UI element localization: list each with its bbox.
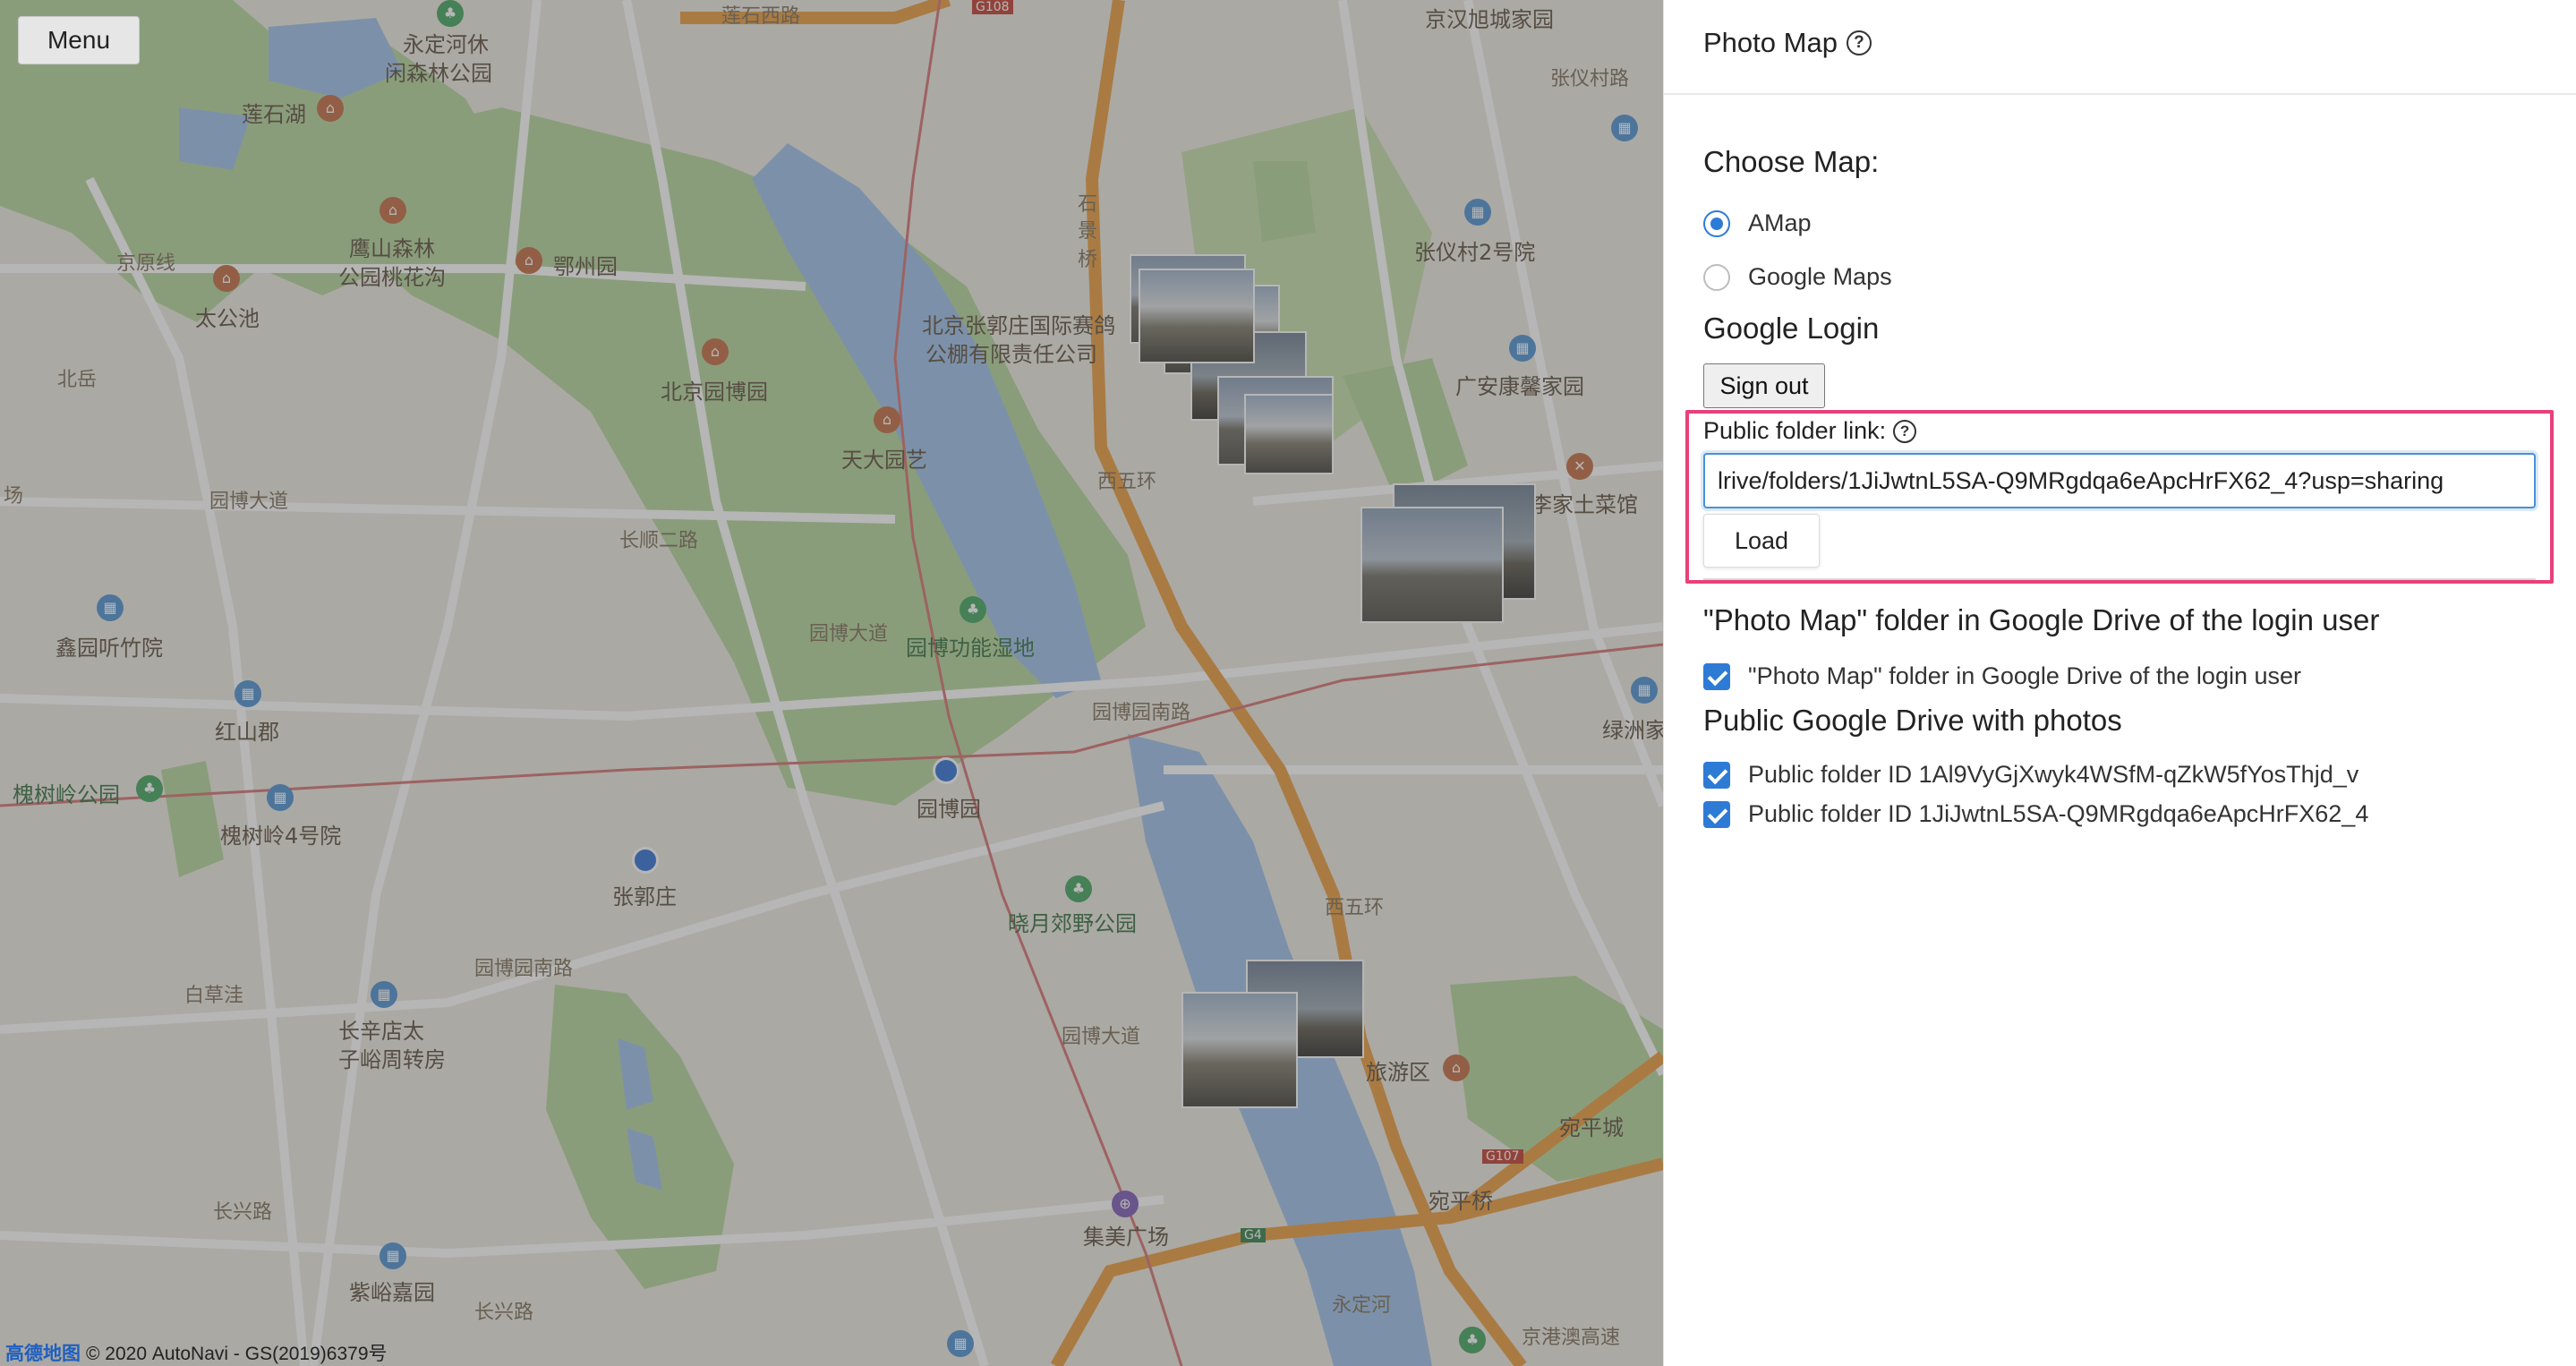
public-folder-checkbox-row[interactable]: Public folder ID 1Al9VyGjXwyk4WSfM-qZkW5… [1703, 761, 2358, 789]
google-login-heading: Google Login [1703, 312, 1880, 345]
login-folder-checkbox-row[interactable]: "Photo Map" folder in Google Drive of th… [1703, 662, 2301, 690]
checkbox-label: "Photo Map" folder in Google Drive of th… [1748, 662, 2302, 689]
input-divider [1703, 578, 2536, 580]
map-copyright: 高德地图 © 2020 AutoNavi - GS(2019)6379号 [5, 1339, 388, 1366]
login-folder-heading: "Photo Map" folder in Google Drive of th… [1703, 603, 2380, 636]
radio-label: AMap [1748, 209, 1812, 236]
side-panel: Photo Map ? Choose Map: AMap Google Maps… [1663, 0, 2576, 1366]
public-folder-link-input[interactable] [1703, 453, 2536, 508]
panel-title-text: Photo Map [1703, 27, 1838, 58]
radio-amap[interactable]: AMap [1703, 209, 1812, 237]
panel-title: Photo Map ? [1703, 27, 1872, 59]
load-button[interactable]: Load [1703, 514, 1820, 568]
public-folder-label: Public folder link: ? [1703, 417, 1917, 445]
panel-divider [1664, 93, 2576, 95]
map-view[interactable]: 莲石西路 永定河休 闲森林公园 京汉旭城家园 莲石湖 石 景 桥 张仪村2号院 … [0, 0, 1663, 1366]
public-folder-checkbox-row[interactable]: Public folder ID 1JiJwtnL5SA-Q9MRgdqa6eA… [1703, 800, 2368, 828]
map-overlay [0, 0, 1663, 1366]
amap-logo: 高德地图 [5, 1344, 81, 1364]
radio-button[interactable] [1703, 263, 1730, 291]
sign-out-button[interactable]: Sign out [1703, 363, 1825, 408]
checkbox-checked[interactable] [1703, 800, 1730, 828]
menu-button[interactable]: Menu [18, 16, 140, 64]
help-icon[interactable]: ? [1846, 30, 1872, 55]
public-folder-label-text: Public folder link: [1703, 417, 1887, 444]
radio-google-maps[interactable]: Google Maps [1703, 263, 1892, 291]
checkbox-checked[interactable] [1703, 761, 1730, 789]
radio-label: Google Maps [1748, 263, 1892, 290]
help-icon[interactable]: ? [1893, 419, 1917, 443]
public-drive-heading: Public Google Drive with photos [1703, 704, 2122, 737]
checkbox-label: Public folder ID 1JiJwtnL5SA-Q9MRgdqa6eA… [1748, 800, 2369, 827]
checkbox-checked[interactable] [1703, 662, 1730, 690]
copyright-text: © 2020 AutoNavi - GS(2019)6379号 [86, 1344, 388, 1364]
choose-map-heading: Choose Map: [1703, 145, 1880, 178]
radio-button-selected[interactable] [1703, 209, 1730, 237]
checkbox-label: Public folder ID 1Al9VyGjXwyk4WSfM-qZkW5… [1748, 761, 2359, 788]
